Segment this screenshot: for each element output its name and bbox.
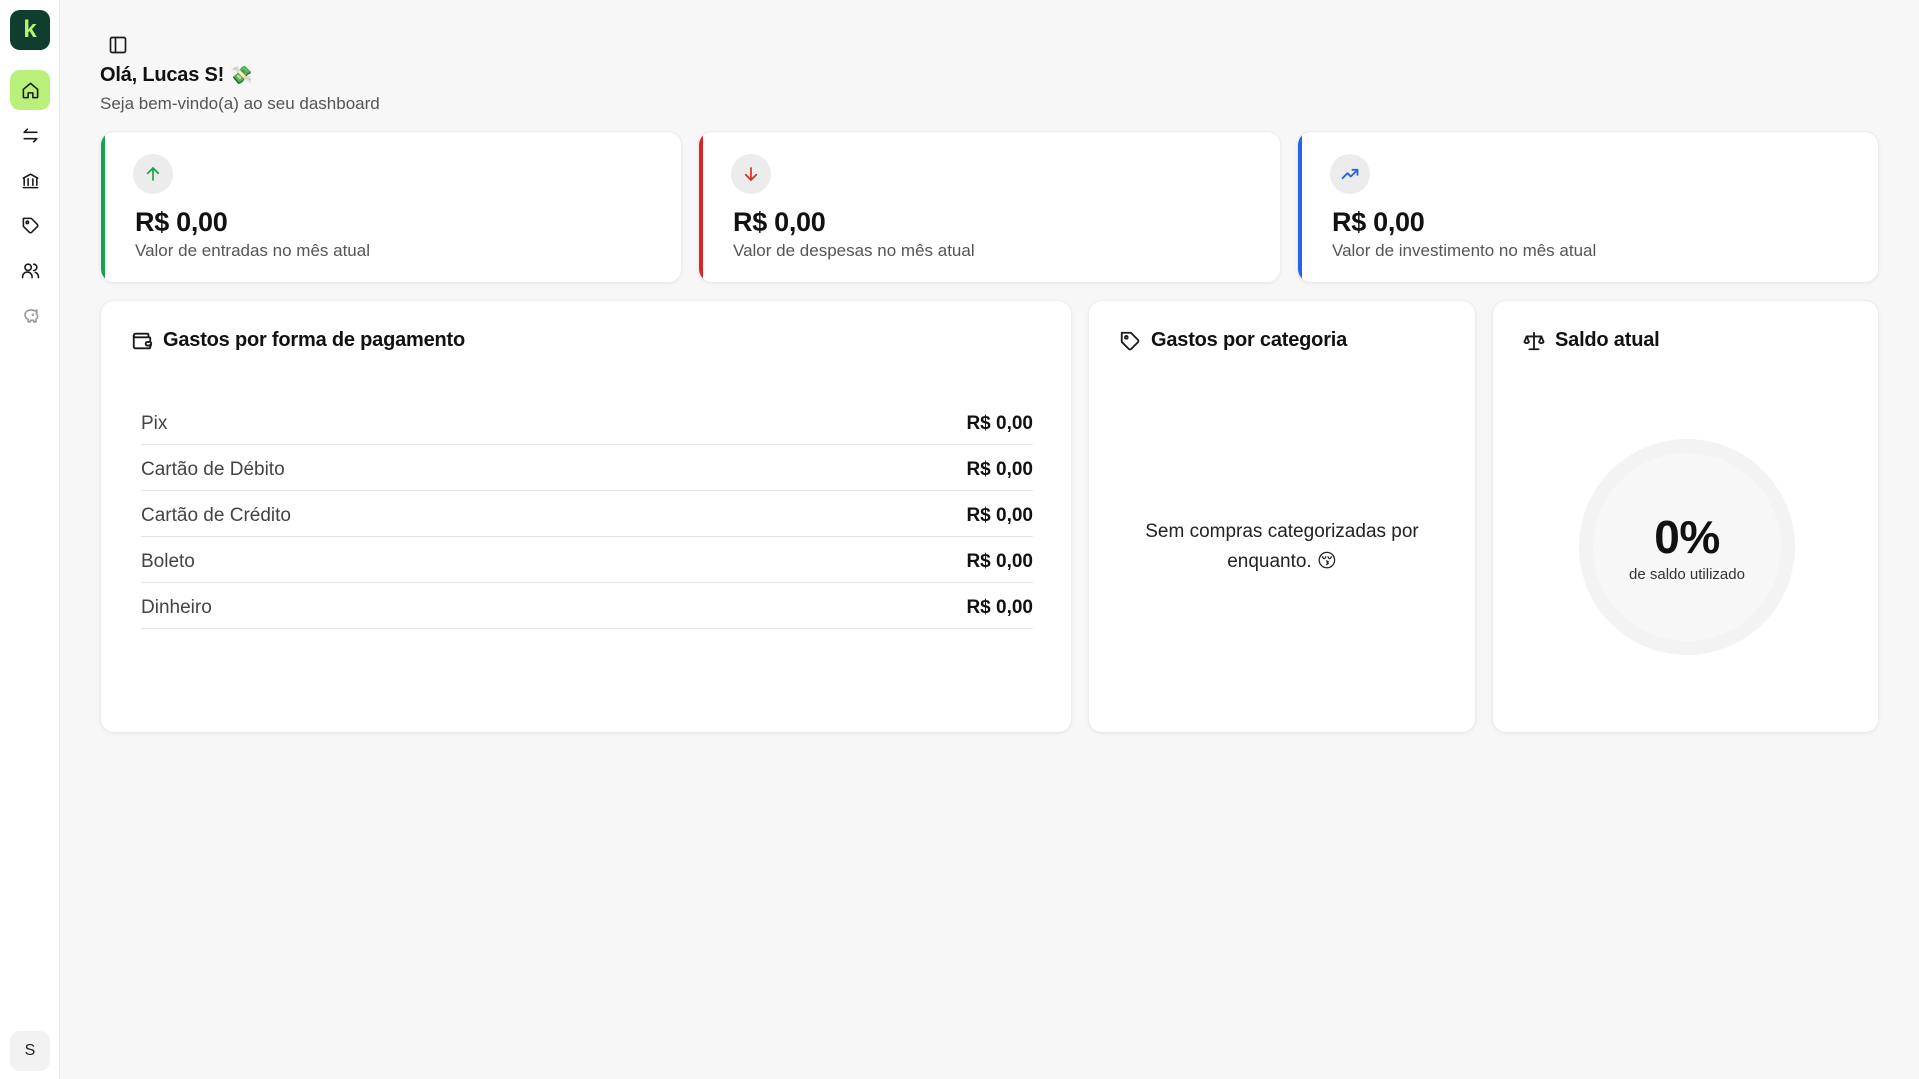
payment-method-name: Cartão de Crédito: [141, 504, 291, 526]
scale-icon: [1523, 331, 1545, 350]
sidebar-item-home[interactable]: [10, 70, 50, 110]
users-icon: [21, 262, 39, 278]
tag-icon: [22, 217, 39, 234]
income-accent-bar: [101, 132, 105, 282]
page-subtitle: Seja bem-vindo(a) ao seu dashboard: [100, 94, 380, 113]
payment-panel-title: Gastos por forma de pagamento: [131, 329, 465, 352]
stat-card-expenses: R$ 0,00 Valor de despesas no mês atual: [698, 131, 1281, 283]
category-panel: Gastos por categoria Sem compras categor…: [1088, 300, 1476, 733]
home-icon: [22, 82, 38, 98]
stat-card-income: R$ 0,00 Valor de entradas no mês atual: [100, 131, 682, 283]
panel-left-icon: [109, 36, 127, 54]
payment-method-amount: R$ 0,00: [966, 412, 1033, 434]
payment-method-amount: R$ 0,00: [966, 458, 1033, 480]
payment-method-amount: R$ 0,00: [966, 550, 1033, 572]
balance-panel-title-text: Saldo atual: [1555, 329, 1660, 351]
balance-panel: Saldo atual 0% de saldo utilizado: [1492, 300, 1879, 733]
payment-panel-title-text: Gastos por forma de pagamento: [163, 329, 466, 351]
user-avatar[interactable]: S: [10, 1031, 50, 1071]
income-value: R$ 0,00: [135, 207, 228, 237]
wallet-icon: [132, 332, 153, 349]
category-panel-title-text: Gastos por categoria: [1151, 329, 1348, 351]
investments-value: R$ 0,00: [1332, 207, 1425, 237]
payment-methods-panel: Gastos por forma de pagamento Pix R$ 0,0…: [100, 300, 1072, 733]
sidebar-item-savings[interactable]: [10, 295, 50, 335]
investments-label: Valor de investimento no mês atual: [1332, 241, 1597, 260]
bank-icon: [22, 172, 38, 188]
list-item: Boleto R$ 0,00: [141, 537, 1033, 583]
stat-card-investments: R$ 0,00 Valor de investimento no mês atu…: [1297, 131, 1879, 283]
sidebar-item-banks[interactable]: [10, 160, 50, 200]
empty-state-text: Sem compras categorizadas por enquanto.: [1145, 521, 1419, 572]
empty-state-message: Sem compras categorizadas por enquanto. …: [1089, 517, 1475, 577]
expenses-value: R$ 0,00: [733, 207, 826, 237]
category-panel-title: Gastos por categoria: [1119, 329, 1347, 352]
page-title: Olá, Lucas S! 💸: [100, 64, 253, 87]
investments-accent-bar: [1298, 132, 1302, 282]
list-item: Cartão de Débito R$ 0,00: [141, 445, 1033, 491]
expenses-label: Valor de despesas no mês atual: [733, 241, 975, 260]
sidebar-item-users[interactable]: [10, 250, 50, 290]
payment-method-name: Pix: [141, 412, 168, 434]
payment-method-amount: R$ 0,00: [966, 504, 1033, 526]
payment-method-name: Cartão de Débito: [141, 458, 285, 480]
sidebar-item-transactions[interactable]: [10, 115, 50, 155]
piggy-bank-icon: [23, 308, 38, 323]
kissing-emoji-icon: 😚: [1317, 551, 1337, 572]
money-emoji-icon: 💸: [230, 65, 253, 85]
tag-icon: [1120, 331, 1140, 350]
balance-usage-donut: 0% de saldo utilizado: [1579, 439, 1795, 655]
balance-panel-title: Saldo atual: [1523, 329, 1660, 352]
stat-icon-wrap: [1330, 154, 1370, 194]
arrows-left-right-icon: [22, 127, 38, 143]
sidebar-item-categories[interactable]: [10, 205, 50, 245]
greeting-text: Olá, Lucas S!: [100, 64, 225, 86]
expenses-accent-bar: [699, 132, 703, 282]
sidebar: k S: [0, 0, 60, 1079]
arrow-down-icon: [744, 167, 758, 181]
app-logo[interactable]: k: [10, 10, 50, 50]
payment-methods-list: Pix R$ 0,00 Cartão de Débito R$ 0,00 Car…: [141, 399, 1033, 629]
list-item: Dinheiro R$ 0,00: [141, 583, 1033, 629]
trending-up-icon: [1341, 168, 1359, 180]
balance-percent-label: de saldo utilizado: [1629, 565, 1745, 583]
payment-method-name: Dinheiro: [141, 596, 212, 618]
list-item: Cartão de Crédito R$ 0,00: [141, 491, 1033, 537]
income-label: Valor de entradas no mês atual: [135, 241, 370, 260]
donut-center: 0% de saldo utilizado: [1593, 453, 1781, 641]
stat-icon-wrap: [731, 154, 771, 194]
payment-method-name: Boleto: [141, 550, 195, 572]
list-item: Pix R$ 0,00: [141, 399, 1033, 445]
payment-method-amount: R$ 0,00: [966, 596, 1033, 618]
stat-icon-wrap: [133, 154, 173, 194]
balance-percent: 0%: [1654, 510, 1720, 563]
arrow-up-icon: [146, 167, 160, 181]
sidebar-toggle-button[interactable]: [106, 33, 130, 57]
